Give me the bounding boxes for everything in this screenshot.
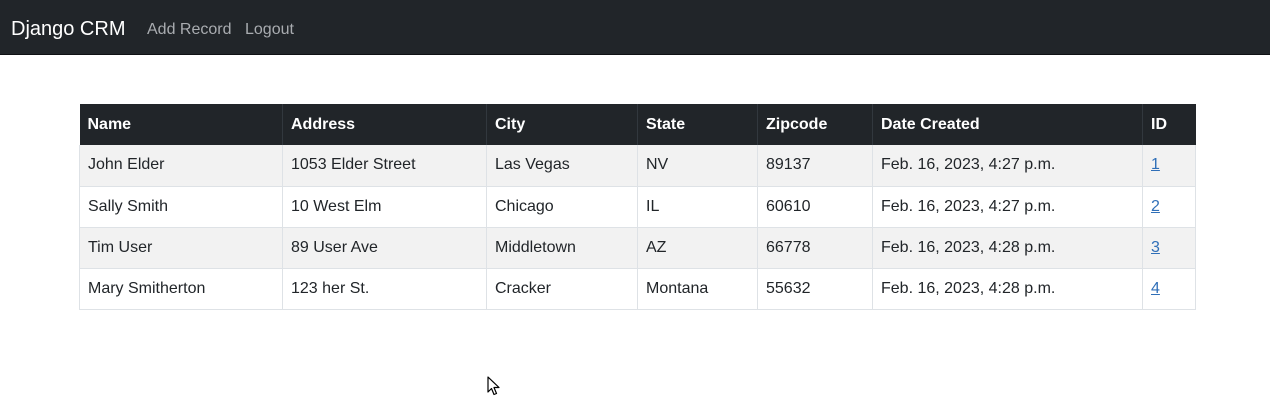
cell-zipcode: 60610 — [757, 186, 873, 228]
cell-address: 10 West Elm — [282, 186, 487, 228]
cell-date-created: Feb. 16, 2023, 4:28 p.m. — [872, 227, 1143, 269]
column-header-zipcode: Zipcode — [757, 104, 873, 145]
brand-link[interactable]: Django CRM — [11, 16, 125, 42]
column-header-date-created: Date Created — [872, 104, 1143, 145]
cell-state: AZ — [637, 227, 758, 269]
record-id-link[interactable]: 2 — [1151, 198, 1160, 215]
table-header-row: Name Address City State Zipcode Date Cre… — [79, 104, 1196, 145]
column-header-city: City — [486, 104, 638, 145]
cell-name: Tim User — [79, 227, 283, 269]
cell-date-created: Feb. 16, 2023, 4:28 p.m. — [872, 268, 1143, 310]
table-row: Sally Smith 10 West Elm Chicago IL 60610… — [79, 186, 1196, 228]
cell-city: Middletown — [486, 227, 638, 269]
cell-state: NV — [637, 145, 758, 187]
table-row: Tim User 89 User Ave Middletown AZ 66778… — [79, 227, 1196, 269]
cell-zipcode: 89137 — [757, 145, 873, 187]
record-id-link[interactable]: 4 — [1151, 280, 1160, 297]
cell-state: IL — [637, 186, 758, 228]
cell-date-created: Feb. 16, 2023, 4:27 p.m. — [872, 145, 1143, 187]
add-record-link[interactable]: Add Record — [147, 19, 232, 41]
cell-id: 1 — [1142, 145, 1196, 187]
column-header-name: Name — [79, 104, 283, 145]
cell-address: 89 User Ave — [282, 227, 487, 269]
record-id-link[interactable]: 1 — [1151, 156, 1160, 173]
cell-state: Montana — [637, 268, 758, 310]
table-row: John Elder 1053 Elder Street Las Vegas N… — [79, 145, 1196, 187]
cell-name: Mary Smitherton — [79, 268, 283, 310]
cell-address: 1053 Elder Street — [282, 145, 487, 187]
cell-zipcode: 55632 — [757, 268, 873, 310]
cell-name: John Elder — [79, 145, 283, 187]
cell-city: Cracker — [486, 268, 638, 310]
cell-zipcode: 66778 — [757, 227, 873, 269]
records-table: Name Address City State Zipcode Date Cre… — [79, 104, 1196, 310]
cell-id: 4 — [1142, 268, 1196, 310]
navbar: Django CRM Add Record Logout — [0, 0, 1270, 55]
cell-city: Las Vegas — [486, 145, 638, 187]
logout-link[interactable]: Logout — [245, 19, 294, 41]
cell-address: 123 her St. — [282, 268, 487, 310]
mouse-pointer-icon — [487, 376, 500, 396]
column-header-address: Address — [282, 104, 487, 145]
cell-id: 2 — [1142, 186, 1196, 228]
column-header-id: ID — [1142, 104, 1196, 145]
cell-city: Chicago — [486, 186, 638, 228]
table-row: Mary Smitherton 123 her St. Cracker Mont… — [79, 268, 1196, 310]
record-id-link[interactable]: 3 — [1151, 239, 1160, 256]
cell-id: 3 — [1142, 227, 1196, 269]
cell-date-created: Feb. 16, 2023, 4:27 p.m. — [872, 186, 1143, 228]
cell-name: Sally Smith — [79, 186, 283, 228]
column-header-state: State — [637, 104, 758, 145]
